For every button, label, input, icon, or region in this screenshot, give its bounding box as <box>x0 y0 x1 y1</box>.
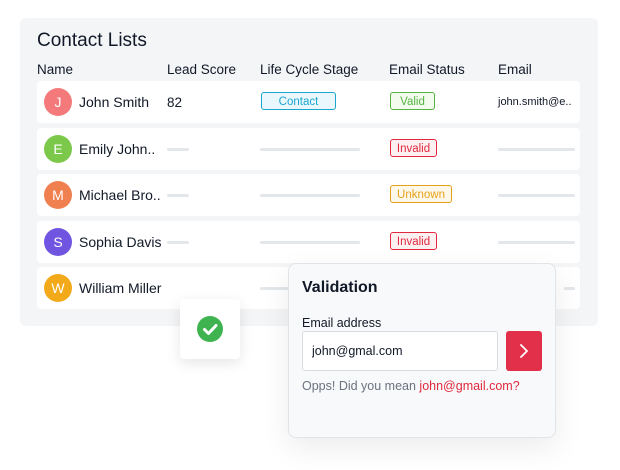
email-placeholder <box>498 194 575 197</box>
lead-score-placeholder <box>167 148 189 151</box>
avatar: J <box>44 88 72 116</box>
email-status-badge: Invalid <box>390 232 437 250</box>
contact-name: Michael Bro.. <box>79 187 161 203</box>
column-header-life-cycle-stage: Life Cycle Stage <box>260 62 359 77</box>
email-status-badge: Invalid <box>390 139 437 157</box>
contact-name: Sophia Davis <box>79 234 162 250</box>
stage-placeholder <box>260 148 360 151</box>
lead-score-placeholder <box>167 194 189 197</box>
stage-placeholder <box>260 241 360 244</box>
lead-score: 82 <box>167 95 183 110</box>
contact-name: Emily John.. <box>79 141 156 157</box>
validation-popup: Validation Email address Opps! Did you m… <box>288 263 556 438</box>
contact-name: John Smith <box>79 94 150 110</box>
avatar: S <box>44 228 72 256</box>
table-row[interactable]: J John Smith 82 Contact Valid john.smith… <box>37 81 580 123</box>
column-header-name: Name <box>37 62 74 77</box>
avatar: E <box>44 135 72 163</box>
contact-email: john.smith@e.. <box>498 96 572 108</box>
validation-success-card <box>180 299 240 359</box>
email-placeholder <box>498 241 575 244</box>
submit-button[interactable] <box>506 331 542 371</box>
stage-placeholder <box>260 194 360 197</box>
email-status-badge: Valid <box>390 92 435 110</box>
table-row[interactable]: S Sophia Davis Invalid <box>37 221 580 263</box>
avatar: M <box>44 181 72 209</box>
email-placeholder <box>564 287 575 290</box>
stage-badge: Contact <box>261 92 336 110</box>
suggestion-message: Opps! Did you mean john@gmail.com? <box>302 379 520 393</box>
table-row[interactable]: E Emily John.. Invalid <box>37 128 580 170</box>
email-status-badge: Unknown <box>390 185 452 203</box>
suggestion-suffix: ? <box>512 379 520 393</box>
popup-title: Validation <box>302 279 378 296</box>
lead-score-placeholder <box>167 241 189 244</box>
suggestion-prefix: Opps! Did you mean <box>302 379 420 393</box>
avatar: W <box>44 274 72 302</box>
column-header-email: Email <box>498 62 532 77</box>
email-field-label: Email address <box>302 316 382 330</box>
table-row[interactable]: M Michael Bro.. Unknown <box>37 174 580 216</box>
contact-name: William Miller <box>79 280 162 296</box>
column-header-lead-score: Lead Score <box>167 62 237 77</box>
page-title: Contact Lists <box>37 30 147 51</box>
suggested-email-link[interactable]: john@gmail.com <box>419 379 512 393</box>
email-placeholder <box>498 148 575 151</box>
column-header-email-status: Email Status <box>389 62 465 77</box>
email-field[interactable] <box>302 331 498 371</box>
